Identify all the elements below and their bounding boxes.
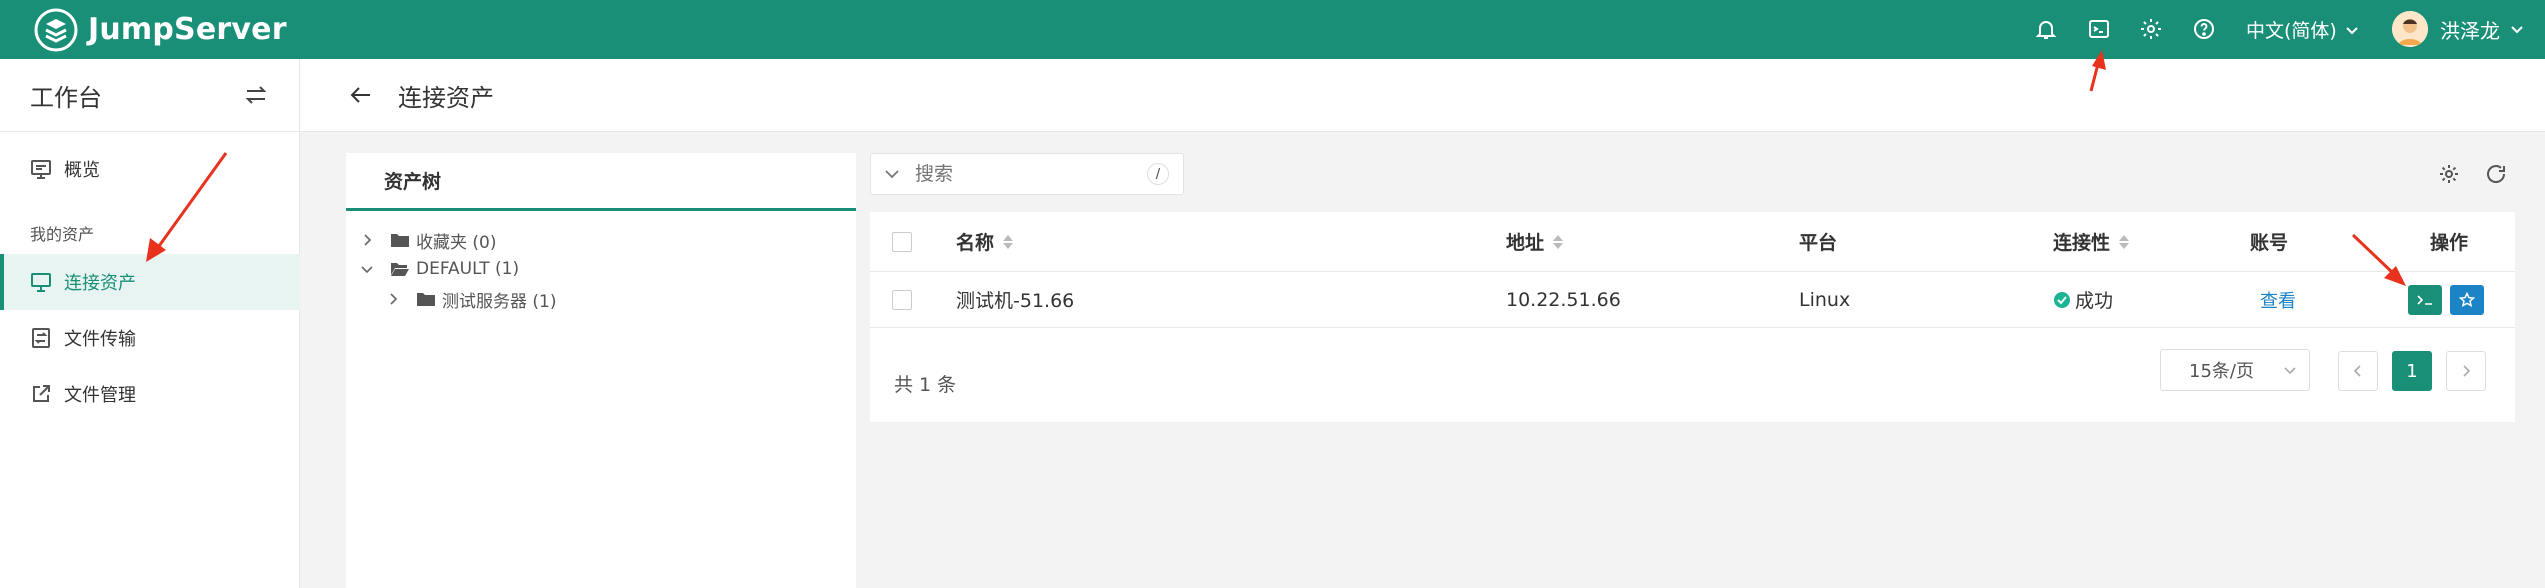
page-button-current[interactable]: 1 [2392, 351, 2432, 391]
terminal-prompt-icon [2417, 294, 2432, 305]
annotation-arrow-icon [146, 152, 228, 262]
favorite-button[interactable] [2450, 284, 2484, 315]
sort-icon[interactable] [1002, 233, 1014, 251]
asset-platform: Linux [1799, 288, 1851, 311]
tab-asset-tree[interactable]: 资产树 [346, 153, 856, 211]
annotation-arrow-icon [2351, 233, 2406, 286]
chevron-down-icon[interactable] [883, 165, 901, 183]
table-row: 测试机-51.66 10.22.51.66 Linux 成功 查看 [870, 272, 2515, 328]
chevron-right-icon[interactable] [386, 292, 400, 306]
avatar [2392, 11, 2428, 47]
refresh-icon[interactable] [2484, 162, 2508, 186]
language-selector[interactable]: 中文(简体) [2246, 16, 2359, 43]
asset-address: 10.22.51.66 [1506, 288, 1621, 311]
column-label: 操作 [2430, 232, 2469, 254]
sort-icon[interactable] [2118, 233, 2130, 251]
folder-icon [417, 293, 435, 306]
chevron-down-icon [2511, 26, 2523, 34]
prev-page-button[interactable] [2338, 351, 2378, 391]
page-title: 连接资产 [398, 83, 494, 112]
star-icon [2459, 291, 2475, 307]
table-header: 名称 地址 平台 连接性 账号 操作 [870, 212, 2515, 272]
page-size-label: 15条/页 [2189, 361, 2254, 382]
select-all-checkbox[interactable] [892, 231, 912, 252]
column-connectivity[interactable]: 连接性 [2053, 212, 2130, 271]
jumpserver-logo-icon [34, 8, 78, 51]
next-page-button[interactable] [2446, 351, 2486, 391]
gear-icon[interactable] [2137, 15, 2165, 43]
page-number: 1 [2406, 360, 2418, 382]
page-size-select[interactable]: 15条/页 [2160, 349, 2310, 391]
app-name: JumpServer [88, 12, 287, 47]
column-label: 名称 [956, 232, 995, 254]
column-label: 连接性 [2053, 232, 2111, 254]
annotation-arrow-icon [2089, 50, 2106, 92]
folder-open-icon [391, 263, 409, 276]
tab-label: 资产树 [384, 171, 442, 193]
help-icon[interactable] [2190, 15, 2218, 43]
search-input[interactable] [915, 163, 1135, 185]
file-transfer-icon [32, 328, 50, 348]
connect-terminal-button[interactable] [2408, 284, 2442, 315]
asset-table-card: 名称 地址 平台 连接性 账号 操作 测试机-51.66 10.22.51.66… [870, 212, 2515, 422]
sidebar-item-file-transfer[interactable]: 文件传输 [0, 310, 300, 366]
asset-tree-panel: 资产树 收藏夹 (0) DEFAULT (1) 测试服务器 (1) [346, 153, 856, 588]
username: 洪泽龙 [2440, 18, 2500, 43]
sort-icon[interactable] [1552, 233, 1564, 251]
column-name[interactable]: 名称 [956, 212, 1014, 271]
back-arrow-icon[interactable] [348, 82, 374, 108]
connectivity-status: 成功 [2053, 272, 2113, 327]
settings-icon[interactable] [2437, 162, 2461, 186]
tree-node-favorites[interactable]: 收藏夹 (0) [360, 226, 496, 254]
sidebar-title: 工作台 [30, 83, 102, 112]
shortcut-hint: / [1147, 163, 1169, 185]
folder-icon [391, 234, 409, 247]
column-actions: 操作 [2430, 212, 2468, 271]
chevron-down-icon [2346, 26, 2358, 34]
asset-name[interactable]: 测试机-51.66 [956, 272, 1074, 327]
language-label: 中文(简体) [2246, 20, 2337, 42]
desktop-icon [31, 273, 51, 292]
chevron-right-icon[interactable] [360, 233, 374, 247]
column-label: 账号 [2250, 232, 2289, 254]
sidebar-item-label: 文件管理 [64, 385, 136, 406]
swap-icon[interactable] [243, 82, 269, 108]
sidebar-item-label: 连接资产 [64, 273, 136, 294]
user-menu[interactable]: 洪泽龙 [2392, 11, 2524, 47]
chevron-down-icon[interactable] [360, 262, 374, 276]
terminal-icon[interactable] [2085, 15, 2113, 43]
chevron-left-icon [2353, 365, 2361, 377]
tree-node-default[interactable]: DEFAULT (1) [360, 255, 519, 283]
column-account: 账号 [2250, 212, 2288, 271]
sidebar: 工作台 概览 我的资产 连接资产 文件传输 文件管理 [0, 59, 300, 588]
sidebar-header: 工作台 [0, 59, 299, 132]
logo[interactable]: JumpServer [34, 8, 287, 52]
row-checkbox[interactable] [892, 289, 912, 310]
bell-icon[interactable] [2032, 15, 2060, 43]
sidebar-item-label: 概览 [64, 160, 100, 181]
tree-node-label: 收藏夹 (0) [416, 232, 497, 253]
tree-node-test-servers[interactable]: 测试服务器 (1) [386, 285, 556, 313]
column-platform: 平台 [1799, 212, 1837, 271]
check-circle-icon [2054, 291, 2070, 308]
view-accounts-link[interactable]: 查看 [2260, 287, 2296, 313]
chevron-down-icon [2284, 367, 2296, 375]
chevron-right-icon [2463, 365, 2471, 377]
external-link-icon [33, 385, 50, 402]
column-address[interactable]: 地址 [1506, 212, 1564, 271]
top-navbar: JumpServer 中文(简体) 洪泽龙 [0, 0, 2545, 59]
search-box[interactable]: / [870, 153, 1184, 195]
sidebar-group-label: 我的资产 [30, 225, 95, 244]
connectivity-label: 成功 [2075, 290, 2114, 312]
tree-node-label: DEFAULT (1) [416, 259, 520, 279]
total-count: 共 1 条 [894, 374, 957, 396]
sidebar-item-file-management[interactable]: 文件管理 [0, 366, 300, 422]
monitor-icon [31, 160, 51, 179]
column-label: 平台 [1799, 232, 1838, 254]
tree-node-label: 测试服务器 (1) [442, 291, 557, 312]
page-header: 连接资产 [300, 59, 2545, 132]
sidebar-item-label: 文件传输 [64, 329, 136, 350]
column-label: 地址 [1506, 232, 1545, 254]
